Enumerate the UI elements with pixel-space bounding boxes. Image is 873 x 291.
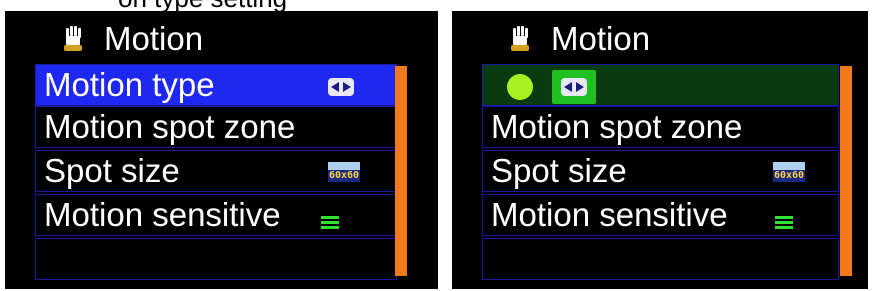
menu-item-motion-spot-zone[interactable]: Motion spot zone (482, 106, 839, 148)
hand-icon (60, 26, 86, 52)
sensitivity-bars-icon (775, 199, 793, 239)
sensitivity-bars-icon (321, 199, 339, 239)
menu-screen-right: Motion Motion spot zone Spot size 60x60 … (452, 11, 868, 289)
scrollbar[interactable] (840, 66, 852, 276)
menu-item-empty (482, 238, 839, 280)
menu-title: Motion (60, 19, 203, 59)
menu-item-motion-sensitive[interactable]: Motion sensitive (35, 194, 397, 236)
menu-item-motion-type[interactable]: Motion type (35, 64, 397, 106)
menu-item-motion-type-editing[interactable] (482, 64, 839, 106)
menu-item-spot-size[interactable]: Spot size 60x60 (482, 150, 839, 192)
hand-icon (507, 26, 533, 52)
menu-item-label: Spot size (491, 152, 627, 189)
menu-item-label: Motion sensitive (491, 196, 728, 233)
menu-item-motion-spot-zone[interactable]: Motion spot zone (35, 106, 397, 148)
spot-size-icon: 60x60 (773, 151, 805, 191)
menu-title: Motion (507, 19, 650, 59)
menu-item-label: Motion type (44, 66, 215, 103)
edit-indicator-icon (507, 74, 533, 101)
menu-item-empty (35, 238, 397, 280)
menu-title-label: Motion (551, 20, 651, 57)
menu-item-label: Motion spot zone (491, 108, 743, 145)
menu-item-label: Motion spot zone (44, 108, 296, 145)
menu-item-label: Motion sensitive (44, 196, 281, 233)
menu-item-motion-sensitive[interactable]: Motion sensitive (482, 194, 839, 236)
spot-size-icon: 60x60 (328, 151, 360, 191)
menu-screen-left: Motion Motion type Motion spot zone Spot… (5, 11, 438, 289)
left-right-arrow-icon (561, 78, 588, 97)
motion-type-value-box[interactable] (552, 70, 597, 105)
scrollbar[interactable] (395, 66, 407, 276)
menu-title-label: Motion (104, 20, 204, 57)
menu-item-label: Spot size (44, 152, 180, 189)
menu-item-spot-size[interactable]: Spot size 60x60 (35, 150, 397, 192)
left-right-arrow-icon (328, 65, 354, 105)
